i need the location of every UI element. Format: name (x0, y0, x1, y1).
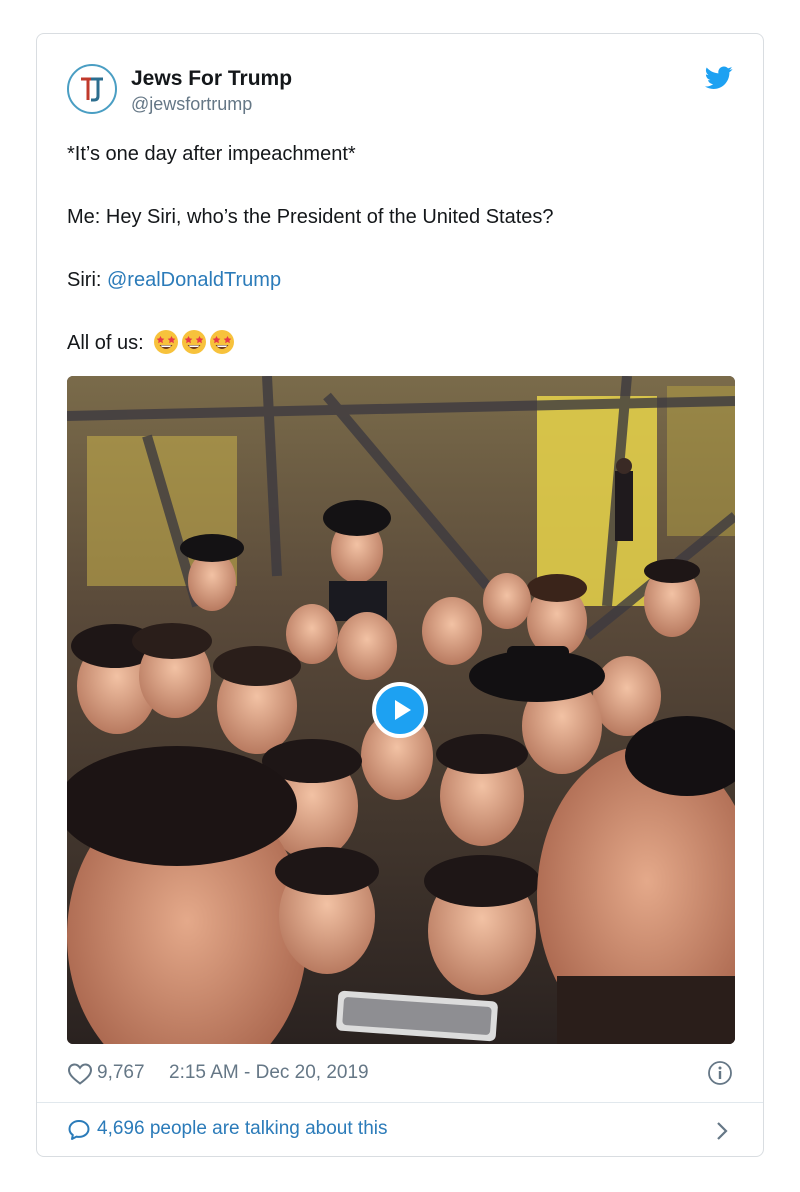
author-avatar[interactable] (67, 64, 117, 114)
twitter-bird-icon[interactable] (705, 66, 733, 90)
star-struck-emoji-icon (182, 330, 207, 354)
tweet-line-4: All of us: (67, 329, 727, 357)
tweet-header: Jews For Trump @jewsfortrump (67, 64, 733, 120)
tweet-card: Jews For Trump @jewsfortrump *It’s one d… (36, 33, 764, 1157)
divider (37, 1102, 763, 1103)
tweet-timestamp[interactable]: 2:15 AM - Dec 20, 2019 (169, 1062, 369, 1084)
jt-monogram-logo-icon (81, 77, 103, 102)
talking-count-text[interactable]: 4,696 people are talking about this (97, 1118, 388, 1140)
star-struck-emoji-icon (154, 330, 179, 354)
tweet-line-3: Siri: @realDonaldTrump (67, 266, 727, 294)
mention-link[interactable]: @realDonaldTrump (107, 269, 281, 291)
like-count: 9,767 (97, 1062, 145, 1083)
star-struck-emoji-icon (210, 330, 235, 354)
play-icon (395, 700, 411, 720)
tweet-line-4-prefix: All of us: (67, 332, 150, 354)
tweet-line-1: *It’s one day after impeachment* (67, 143, 356, 165)
chevron-right-icon[interactable] (715, 1120, 729, 1142)
author-display-name[interactable]: Jews For Trump (131, 67, 292, 91)
tweet-text: *It’s one day after impeachment* Me: Hey… (67, 140, 727, 392)
emoji-group (153, 329, 237, 355)
info-icon[interactable] (707, 1060, 733, 1086)
heart-icon[interactable] (67, 1062, 93, 1086)
conversation-link[interactable]: 4,696 people are talking about this (67, 1114, 733, 1146)
author-handle[interactable]: @jewsfortrump (131, 94, 252, 115)
tweet-line-3-prefix: Siri: (67, 269, 107, 291)
tweet-meta: 9,767 2:15 AM - Dec 20, 2019 (67, 1060, 733, 1088)
tweet-line-2: Me: Hey Siri, who’s the President of the… (67, 206, 554, 228)
play-button[interactable] (372, 682, 428, 738)
comment-bubble-icon (68, 1120, 90, 1140)
video-thumbnail[interactable] (67, 376, 735, 1044)
